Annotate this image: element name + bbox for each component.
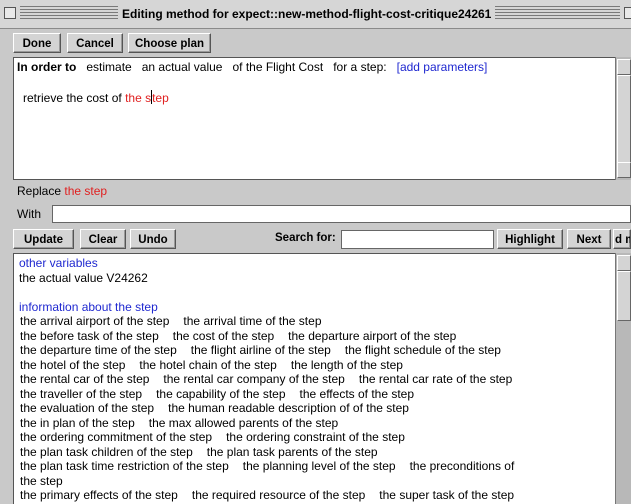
other-variables-header: other variables [19,256,98,270]
method-of-clause[interactable]: of the Flight Cost [232,60,323,74]
info-list: the arrival airport of the step the arriv… [19,314,619,503]
add-parameters-link[interactable]: [add parameters] [397,60,488,74]
body-prefix: retrieve the cost of [23,91,122,105]
info-variable[interactable]: the rental car rate of the step [359,372,512,386]
in-order-to-label: In order to [17,60,77,74]
info-variable[interactable]: the preconditions of [410,459,515,473]
replace-row: Replace the step [17,184,107,198]
info-variable[interactable]: the ordering commitment of the step [20,430,212,444]
info-variable[interactable]: the departure time of the step [20,343,177,357]
replace-label: Replace [17,184,62,198]
window-menu-icon[interactable] [4,7,16,19]
info-row: the in plan of the step the max allowed p… [19,416,619,431]
info-row: the evaluation of the step the human read… [19,401,619,416]
info-variable[interactable]: the required resource of the step [192,488,365,502]
method-for-clause[interactable]: for a step: [333,60,386,74]
info-variable[interactable]: the departure airport of the step [288,329,456,343]
undo-button[interactable]: Undo [130,229,176,249]
variables-scrollbar[interactable] [615,253,631,504]
window-title: Editing method for expect::new-method-fl… [118,6,496,22]
info-variable[interactable]: the arrival airport of the step [20,314,169,328]
info-variable[interactable]: the planning level of the step [243,459,396,473]
replace-value: the step [64,184,108,198]
body-variable[interactable]: the step [125,90,169,105]
info-variable[interactable]: the rental car of the step [20,372,149,386]
info-variable[interactable]: the arrival time of the step [183,314,321,328]
info-row: the traveller of the step the capability … [19,387,619,402]
search-input[interactable] [341,230,494,249]
method-scrollbar[interactable] [615,57,631,180]
info-variable[interactable]: the plan task children of the step [20,445,193,459]
clear-button[interactable]: Clear [80,229,126,249]
info-variable[interactable]: the max allowed parents of the step [149,416,338,430]
info-row: the primary effects of the step the requi… [19,488,619,503]
info-row: the before task of the step the cost of t… [19,329,619,344]
info-variable[interactable]: the flight schedule of the step [345,343,501,357]
info-variable[interactable]: the in plan of the step [20,416,135,430]
info-variable[interactable]: the traveller of the step [20,387,142,401]
maximize-icon[interactable] [624,7,631,19]
info-variable[interactable]: the length of the step [291,358,403,372]
search-label: Search for: [275,232,336,244]
title-bar[interactable]: Editing method for expect::new-method-fl… [0,0,631,29]
info-variable[interactable]: the hotel chain of the step [139,358,276,372]
info-variable[interactable]: the ordering constraint of the step [226,430,405,444]
other-variable-item[interactable]: the actual value V24262 [19,271,619,286]
with-label: With [17,207,41,221]
info-variable[interactable]: the plan task parents of the step [207,445,378,459]
info-variable[interactable]: the hotel of the step [20,358,125,372]
info-variable[interactable]: the evaluation of the step [20,401,154,415]
scroll-thumb[interactable] [617,75,631,165]
method-body[interactable]: retrieve the cost of the step [23,90,169,105]
method-object[interactable]: an actual value [142,60,223,74]
scroll-up-icon[interactable] [617,59,631,75]
info-row: the hotel of the step the hotel chain of … [19,358,619,373]
info-variable[interactable]: the primary effects of the step [20,488,178,502]
info-variable[interactable]: the flight airline of the step [191,343,331,357]
scroll-down-icon[interactable] [617,162,631,178]
info-variable[interactable]: the cost of the step [173,329,274,343]
with-input[interactable] [52,205,631,223]
info-row: the ordering commitment of the step the o… [19,430,619,445]
info-variable[interactable]: the super task of the step [379,488,514,502]
variables-pane[interactable]: other variables the actual value V24262 … [13,253,620,504]
cancel-button[interactable]: Cancel [67,33,123,53]
info-row: the departure time of the step the flight… [19,343,619,358]
info-header: information about the step [19,299,158,314]
info-variable[interactable]: the human readable description of of the… [168,401,409,415]
info-row: the plan task children of the step the pl… [19,445,619,460]
find-button-partial[interactable]: d m [613,229,631,249]
info-variable[interactable]: the before task of the step [20,329,159,343]
info-row: the step [19,474,619,489]
method-statement: In order to estimate an actual value of … [17,60,487,74]
info-variable[interactable]: the capability of the step [156,387,285,401]
scroll-up-icon[interactable] [617,255,631,271]
method-editor[interactable]: In order to estimate an actual value of … [13,57,620,180]
info-variable[interactable]: the effects of the step [300,387,415,401]
scroll-thumb[interactable] [617,271,631,321]
info-variable[interactable]: the rental car company of the step [163,372,344,386]
done-button[interactable]: Done [13,33,61,53]
update-button[interactable]: Update [13,229,74,249]
highlight-button[interactable]: Highlight [497,229,563,249]
info-row: the rental car of the step the rental car… [19,372,619,387]
method-verb[interactable]: estimate [86,60,131,74]
choose-plan-button[interactable]: Choose plan [128,33,211,53]
info-variable[interactable]: the plan task time restriction of the st… [20,459,229,473]
next-button[interactable]: Next [567,229,611,249]
info-variable[interactable]: the step [20,474,63,488]
info-row: the arrival airport of the step the arriv… [19,314,619,329]
info-row: the plan task time restriction of the st… [19,459,619,474]
